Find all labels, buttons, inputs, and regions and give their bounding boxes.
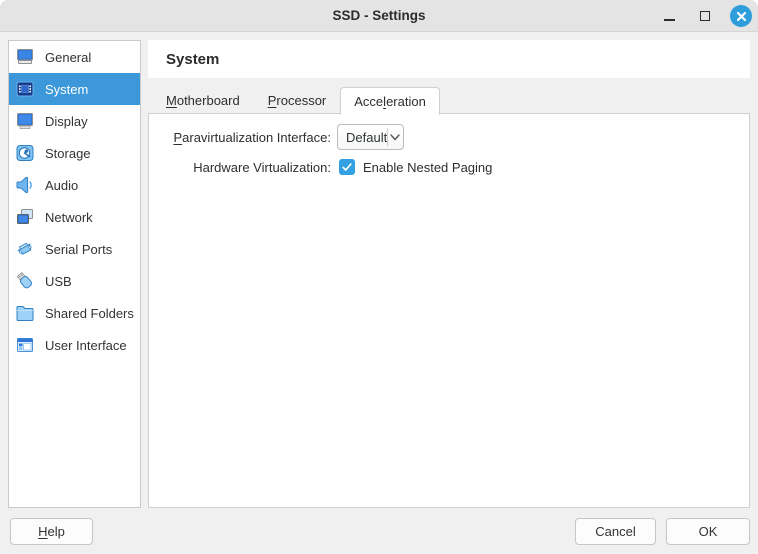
hardware-virtualization-label: Hardware Virtualization: bbox=[149, 160, 331, 175]
minimize-icon bbox=[664, 19, 675, 21]
sidebar: General System Display Storage Audio bbox=[8, 40, 141, 508]
sidebar-item-label: Display bbox=[45, 114, 88, 129]
sidebar-item-system[interactable]: System bbox=[9, 73, 140, 105]
ok-button[interactable]: OK bbox=[666, 518, 750, 545]
sidebar-item-label: Serial Ports bbox=[45, 242, 112, 257]
close-icon bbox=[736, 11, 747, 22]
help-button[interactable]: Help bbox=[10, 518, 93, 545]
minimize-button[interactable] bbox=[658, 5, 680, 27]
sidebar-item-label: Shared Folders bbox=[45, 306, 134, 321]
tab-label: Motherboard bbox=[166, 93, 240, 108]
acceleration-panel: Paravirtualization Interface: Default Ha… bbox=[148, 113, 750, 508]
sidebar-item-network[interactable]: Network bbox=[9, 201, 140, 233]
sidebar-item-label: General bbox=[45, 50, 91, 65]
chevron-down-icon bbox=[388, 134, 403, 141]
sidebar-item-general[interactable]: General bbox=[9, 41, 140, 73]
sidebar-item-label: Audio bbox=[45, 178, 78, 193]
paravirtualization-row: Paravirtualization Interface: Default bbox=[149, 124, 749, 150]
page-header: System bbox=[148, 40, 750, 78]
sidebar-item-shared-folders[interactable]: Shared Folders bbox=[9, 297, 140, 329]
maximize-icon bbox=[700, 11, 710, 21]
settings-window: SSD - Settings General System D bbox=[0, 0, 758, 554]
hardware-virtualization-row: Hardware Virtualization: Enable Nested P… bbox=[149, 157, 749, 177]
check-icon bbox=[341, 161, 353, 173]
sidebar-item-display[interactable]: Display bbox=[9, 105, 140, 137]
sidebar-item-usb[interactable]: USB bbox=[9, 265, 140, 297]
page-title: System bbox=[166, 51, 219, 68]
shared-folders-icon bbox=[14, 302, 36, 324]
paravirtualization-select[interactable]: Default bbox=[337, 124, 404, 150]
maximize-button[interactable] bbox=[694, 5, 716, 27]
tab-bar: Motherboard Processor Acceleration bbox=[148, 86, 750, 114]
paravirtualization-value: Default bbox=[338, 130, 387, 145]
sidebar-item-label: USB bbox=[45, 274, 72, 289]
sidebar-item-serial-ports[interactable]: Serial Ports bbox=[9, 233, 140, 265]
sidebar-item-storage[interactable]: Storage bbox=[9, 137, 140, 169]
tab-motherboard[interactable]: Motherboard bbox=[152, 86, 254, 114]
audio-icon bbox=[14, 174, 36, 196]
user-interface-icon bbox=[14, 334, 36, 356]
tab-acceleration[interactable]: Acceleration bbox=[340, 87, 440, 115]
window-controls bbox=[658, 0, 752, 32]
paravirtualization-label: Paravirtualization Interface: bbox=[149, 130, 331, 145]
nested-paging-label: Enable Nested Paging bbox=[363, 160, 492, 175]
tab-label: Processor bbox=[268, 93, 327, 108]
close-button[interactable] bbox=[730, 5, 752, 27]
cancel-button[interactable]: Cancel bbox=[575, 518, 656, 545]
serial-ports-icon bbox=[14, 238, 36, 260]
network-icon bbox=[14, 206, 36, 228]
sidebar-item-label: Storage bbox=[45, 146, 91, 161]
sidebar-item-label: System bbox=[45, 82, 88, 97]
display-icon bbox=[14, 110, 36, 132]
titlebar[interactable]: SSD - Settings bbox=[0, 0, 758, 32]
window-title: SSD - Settings bbox=[332, 8, 425, 23]
sidebar-item-label: Network bbox=[45, 210, 93, 225]
sidebar-item-label: User Interface bbox=[45, 338, 127, 353]
sidebar-item-audio[interactable]: Audio bbox=[9, 169, 140, 201]
help-button-label: Help bbox=[38, 524, 65, 539]
general-icon bbox=[14, 46, 36, 68]
system-icon bbox=[14, 78, 36, 100]
storage-icon bbox=[14, 142, 36, 164]
tab-processor[interactable]: Processor bbox=[254, 86, 341, 114]
usb-icon bbox=[14, 270, 36, 292]
nested-paging-checkbox[interactable] bbox=[339, 159, 355, 175]
sidebar-item-user-interface[interactable]: User Interface bbox=[9, 329, 140, 361]
tab-label: Acceleration bbox=[354, 94, 426, 109]
